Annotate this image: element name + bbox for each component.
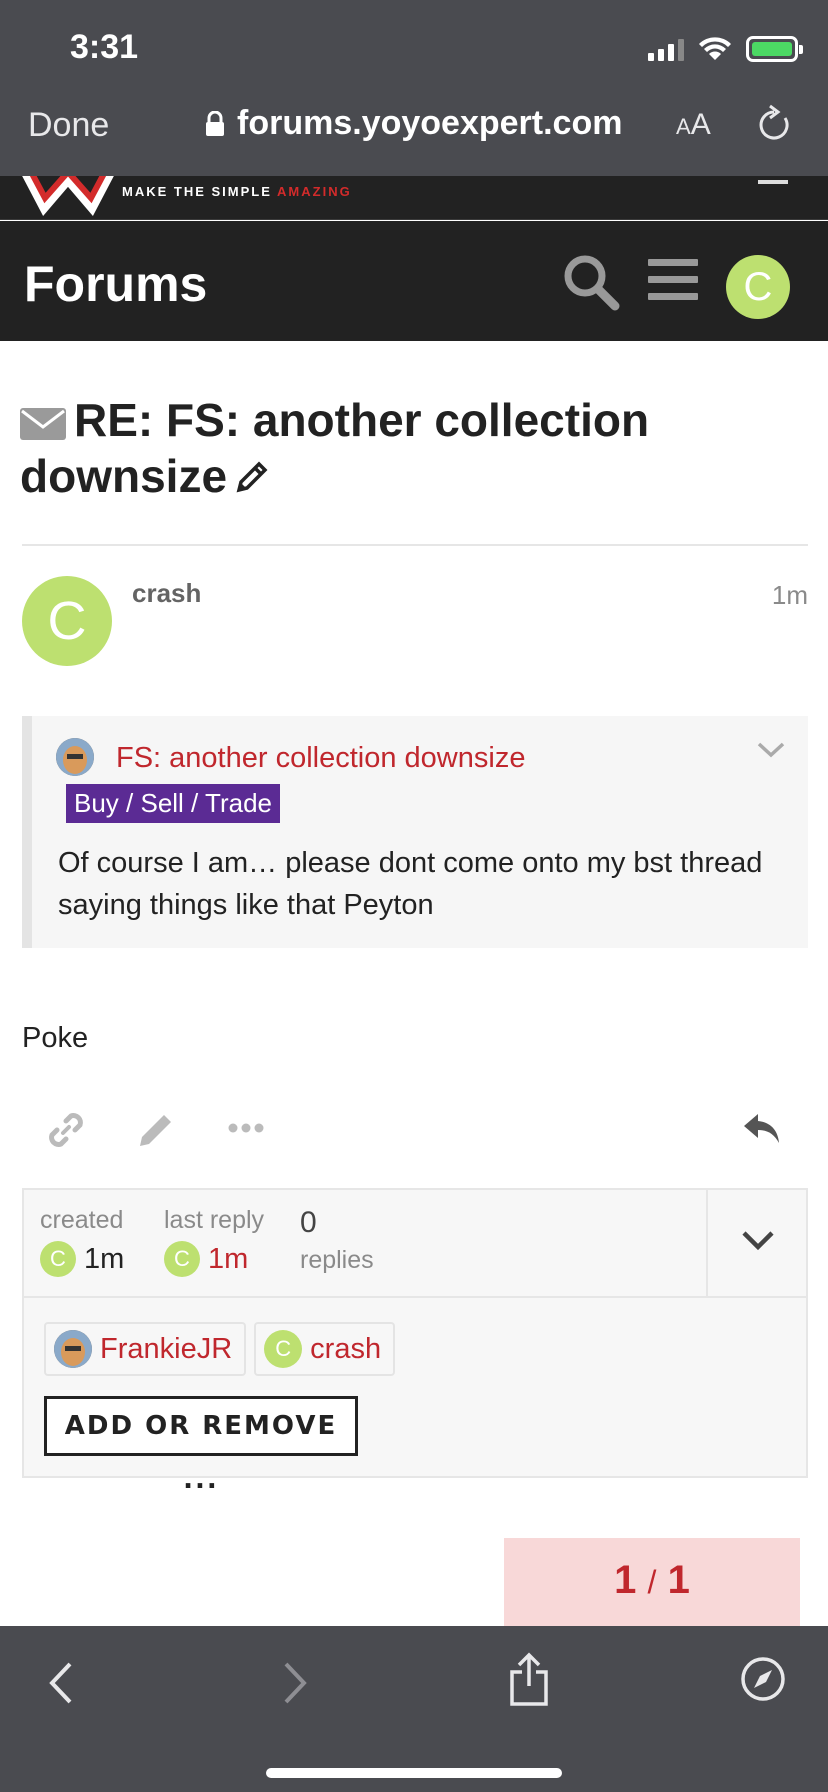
created-label: created	[40, 1206, 124, 1234]
edit-icon[interactable]	[136, 1110, 176, 1150]
pencil-icon[interactable]	[233, 460, 269, 496]
quote-topic-link[interactable]: FS: another collection downsize	[116, 742, 525, 775]
chevron-down-icon[interactable]	[756, 740, 786, 760]
compass-icon[interactable]	[740, 1656, 786, 1702]
add-remove-button[interactable]: ADD OR REMOVE ...	[44, 1396, 358, 1495]
topic-map-toggle[interactable]	[706, 1190, 806, 1296]
logo-tagline: MAKE THE SIMPLE AMAZING	[122, 184, 352, 199]
created-avatar: C	[40, 1241, 76, 1277]
status-icons	[648, 36, 803, 62]
search-icon[interactable]	[562, 253, 620, 311]
last-reply-avatar: C	[164, 1241, 200, 1277]
post-author-avatar[interactable]: C	[22, 576, 112, 666]
progress-current: 1	[614, 1558, 637, 1602]
chevron-down-icon	[742, 1231, 774, 1251]
reload-icon[interactable]	[756, 104, 792, 144]
category-badge[interactable]: Buy / Sell / Trade	[66, 784, 280, 823]
quoted-topic: FS: another collection downsize Buy / Se…	[22, 716, 808, 948]
share-icon[interactable]	[508, 1652, 550, 1706]
post-author-name[interactable]: crash	[132, 578, 201, 609]
link-icon[interactable]	[46, 1110, 86, 1150]
participant-avatar: C	[264, 1330, 303, 1368]
topic-title: RE: FS: another collection downsize	[20, 392, 810, 504]
forward-icon[interactable]	[280, 1660, 310, 1706]
browser-top-bar: 3:31 Done forums.yoyoexpert.com AA	[0, 0, 828, 176]
participants-list: FrankieJR C crash	[44, 1322, 396, 1376]
logo-tagline-prefix: MAKE THE SIMPLE	[122, 184, 278, 199]
last-reply-stat[interactable]: last reply C 1m	[164, 1206, 264, 1277]
participant-avatar	[54, 1330, 92, 1368]
topic-map-summary: created C 1m last reply C 1m 0 replies	[24, 1190, 806, 1298]
text-size-button[interactable]: AA	[676, 108, 711, 142]
created-value: 1m	[84, 1242, 125, 1275]
title-divider	[22, 544, 808, 546]
participant-chip[interactable]: C crash	[254, 1322, 396, 1376]
topic-title-text: RE: FS: another collection downsize	[20, 394, 650, 502]
home-indicator	[266, 1768, 562, 1778]
done-button[interactable]: Done	[28, 106, 109, 145]
forum-header: Forums C	[0, 221, 828, 341]
more-options-icon[interactable]	[228, 1122, 264, 1134]
yoyoexpert-logo-icon[interactable]	[18, 176, 118, 216]
reply-icon[interactable]	[742, 1110, 782, 1146]
participant-name: FrankieJR	[100, 1332, 233, 1365]
status-time: 3:31	[70, 28, 139, 66]
topic-map: created C 1m last reply C 1m 0 replies F…	[22, 1188, 808, 1495]
cellular-signal-icon	[648, 37, 684, 61]
forum-title[interactable]: Forums	[24, 255, 207, 313]
created-stat[interactable]: created C 1m	[40, 1206, 124, 1277]
browser-bottom-toolbar	[0, 1626, 828, 1792]
progress-total: 1	[667, 1558, 690, 1602]
battery-icon	[746, 36, 803, 62]
envelope-icon	[20, 408, 66, 440]
quote-body: Of course I am… please dont come onto my…	[58, 847, 763, 921]
back-icon[interactable]	[46, 1660, 76, 1706]
lock-icon	[206, 110, 224, 136]
topic-progress[interactable]: 1 / 1	[504, 1538, 800, 1628]
replies-label: replies	[300, 1246, 374, 1274]
participant-name: crash	[310, 1332, 382, 1365]
post-body: Poke	[22, 1022, 89, 1054]
participant-chip[interactable]: FrankieJR	[44, 1322, 247, 1376]
replies-count: 0	[300, 1206, 317, 1239]
last-reply-label: last reply	[164, 1206, 265, 1234]
logo-tagline-accent: AMAZING	[277, 184, 352, 199]
url-text: forums.yoyoexpert.com	[237, 104, 623, 142]
user-avatar[interactable]: C	[726, 255, 790, 319]
quote-author-avatar[interactable]	[56, 738, 94, 776]
post-actions	[0, 1100, 828, 1160]
text-size-large-label: A	[690, 108, 711, 141]
site-logo-strip: MAKE THE SIMPLE AMAZING	[0, 176, 828, 220]
address-bar[interactable]: forums.yoyoexpert.com	[205, 104, 622, 143]
progress-separator: /	[647, 1564, 657, 1600]
last-reply-value: 1m	[208, 1242, 249, 1275]
wifi-icon	[699, 37, 731, 60]
text-size-small-label: A	[676, 114, 691, 139]
post-timestamp[interactable]: 1m	[772, 580, 808, 611]
replies-stat: 0 replies	[300, 1206, 374, 1275]
site-menu-icon[interactable]	[758, 180, 788, 184]
hamburger-menu-icon[interactable]	[648, 259, 698, 310]
